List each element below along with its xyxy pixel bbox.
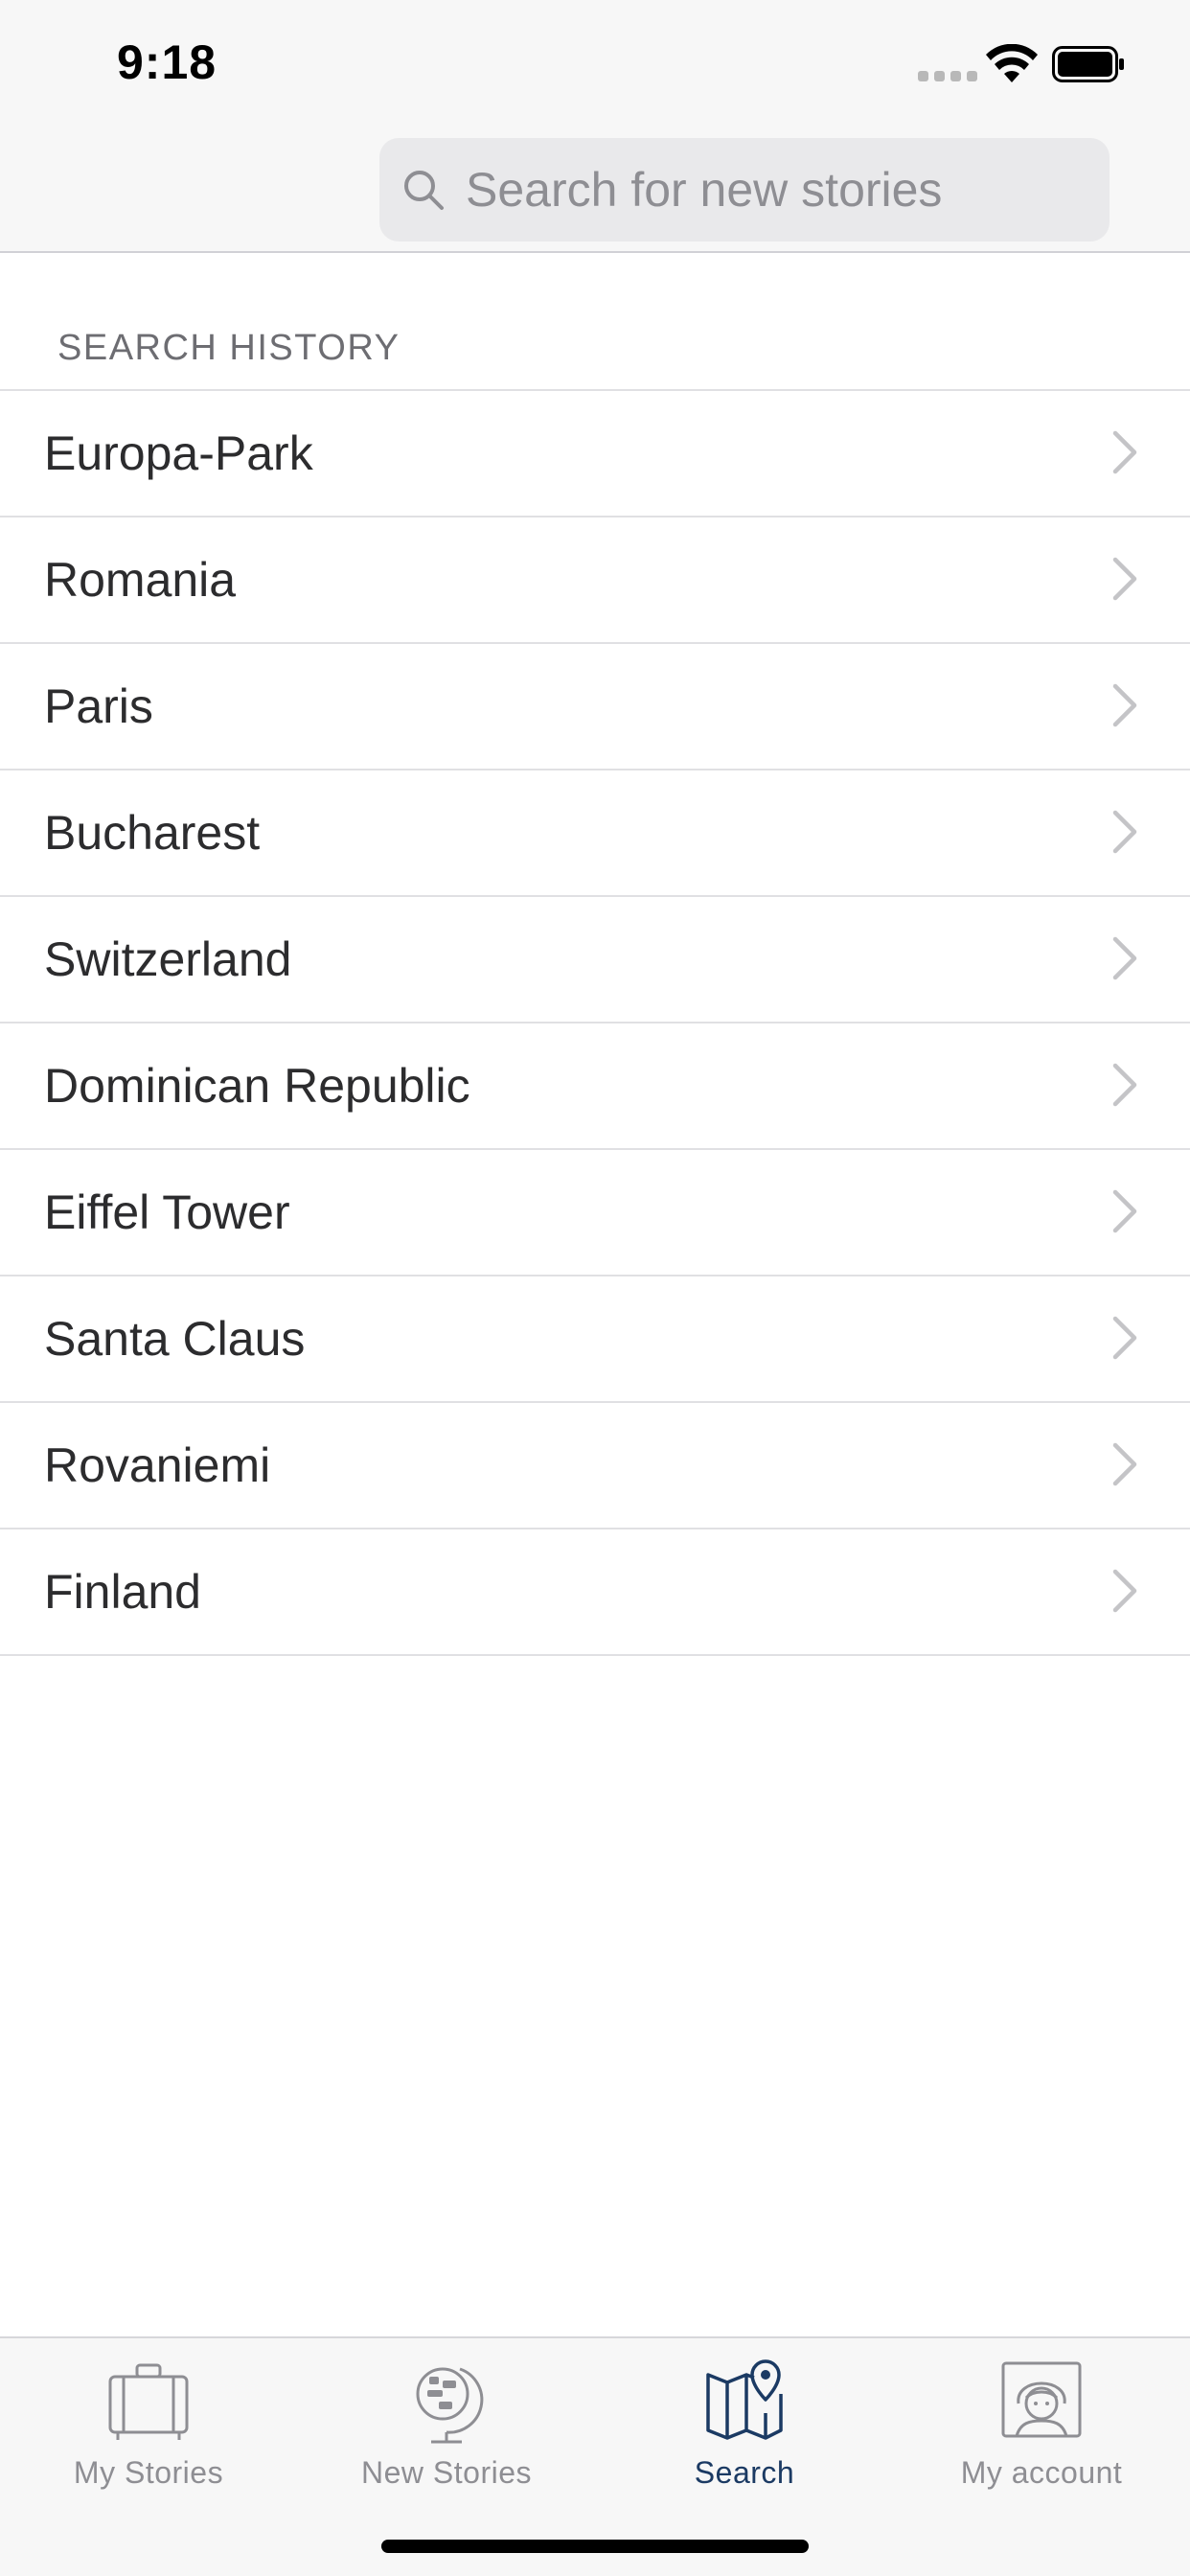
chevron-right-icon: [1112, 936, 1137, 980]
history-item-label: Romania: [44, 553, 237, 607]
chevron-right-icon: [1112, 1569, 1137, 1613]
history-item-label: Paris: [44, 679, 153, 733]
navigation-bar: [0, 126, 1190, 253]
search-icon: [404, 171, 444, 210]
history-item-label: Santa Claus: [44, 1312, 306, 1366]
section-header-search-history: SEARCH HISTORY: [57, 328, 400, 368]
tab-label: Search: [694, 2455, 795, 2490]
chevron-right-icon: [1112, 557, 1137, 601]
tab-label: New Stories: [361, 2455, 532, 2490]
battery-icon: [1052, 46, 1124, 82]
history-item-europa-park[interactable]: Europa-Park: [0, 391, 1190, 518]
suitcase-icon: [108, 2363, 189, 2440]
history-item-romania[interactable]: Romania: [0, 518, 1190, 644]
history-item-label: Europa-Park: [44, 426, 313, 480]
history-item-dominican-republic[interactable]: Dominican Republic: [0, 1024, 1190, 1150]
history-item-rovaniemi[interactable]: Rovaniemi: [0, 1403, 1190, 1530]
home-indicator[interactable]: [381, 2540, 809, 2553]
chevron-right-icon: [1112, 1189, 1137, 1233]
search-field[interactable]: [379, 138, 1110, 242]
tab-my-account[interactable]: My account: [893, 2338, 1190, 2501]
map-pin-icon: [706, 2359, 783, 2440]
search-history-list: Europa-Park Romania Paris Bucharest Swit…: [0, 391, 1190, 1656]
history-item-switzerland[interactable]: Switzerland: [0, 897, 1190, 1024]
history-item-label: Finland: [44, 1565, 201, 1619]
chevron-right-icon: [1112, 1316, 1137, 1360]
chevron-right-icon: [1112, 810, 1137, 854]
wifi-icon: [986, 44, 1038, 82]
user-avatar-icon: [1001, 2361, 1082, 2438]
chevron-right-icon: [1112, 1442, 1137, 1486]
history-item-paris[interactable]: Paris: [0, 644, 1190, 770]
history-item-eiffel-tower[interactable]: Eiffel Tower: [0, 1150, 1190, 1276]
tab-label: My Stories: [73, 2455, 224, 2490]
chevron-right-icon: [1112, 430, 1137, 474]
history-item-label: Eiffel Tower: [44, 1185, 290, 1239]
search-input[interactable]: [466, 151, 1079, 228]
tab-search[interactable]: Search: [596, 2338, 893, 2501]
history-item-label: Dominican Republic: [44, 1059, 470, 1113]
history-item-label: Bucharest: [44, 806, 261, 860]
status-time: 9:18: [117, 35, 217, 89]
status-bar: 9:18: [0, 0, 1190, 126]
history-item-finland[interactable]: Finland: [0, 1530, 1190, 1656]
history-item-label: Switzerland: [44, 932, 292, 986]
search-screen: 9:18 SEARCH HISTORY Europa-Park: [0, 0, 1190, 2576]
tab-label: My account: [960, 2455, 1123, 2490]
tab-new-stories[interactable]: New Stories: [298, 2338, 595, 2501]
chevron-right-icon: [1112, 683, 1137, 727]
history-item-label: Rovaniemi: [44, 1438, 271, 1492]
history-item-santa-claus[interactable]: Santa Claus: [0, 1276, 1190, 1403]
globe-icon: [416, 2367, 484, 2444]
chevron-right-icon: [1112, 1063, 1137, 1107]
tab-my-stories[interactable]: My Stories: [0, 2338, 297, 2501]
history-item-bucharest[interactable]: Bucharest: [0, 770, 1190, 897]
cellular-signal-icon: [918, 71, 977, 81]
